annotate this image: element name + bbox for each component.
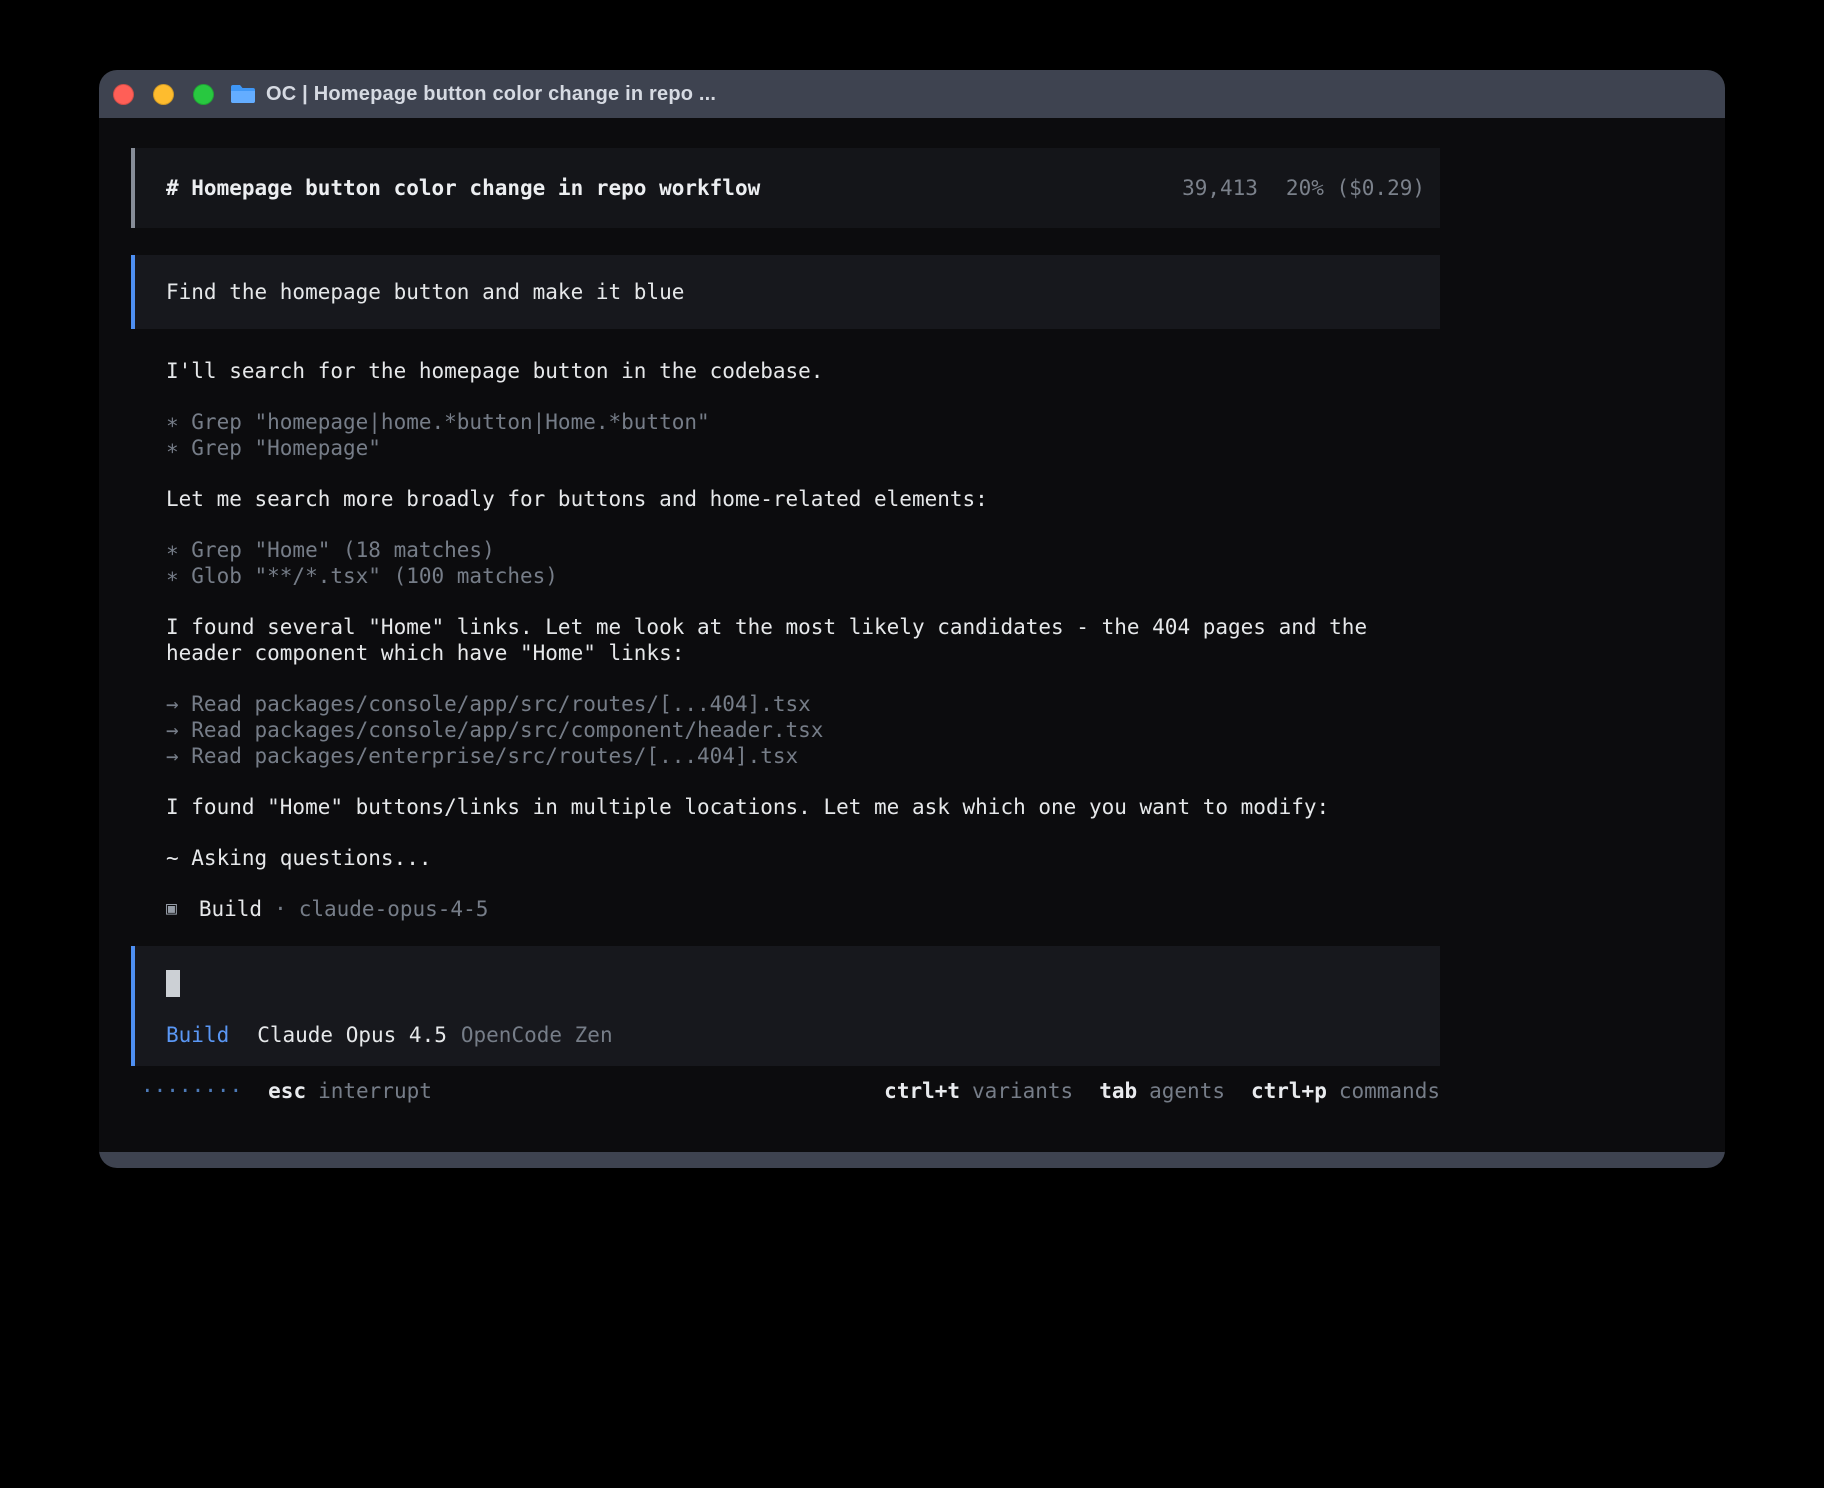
tool-call-grep: ∗ Grep "Home" (18 matches) — [166, 537, 1440, 563]
zoom-button[interactable] — [193, 84, 214, 105]
esc-key-hint[interactable]: esc — [268, 1078, 306, 1104]
folder-icon — [230, 84, 256, 104]
tool-call-read: → Read packages/console/app/src/componen… — [166, 717, 1440, 743]
hint-label: variants — [972, 1078, 1073, 1104]
terminal-content: # Homepage button color change in repo w… — [99, 118, 1725, 1152]
minimize-button[interactable] — [153, 84, 174, 105]
hint-label: agents — [1149, 1078, 1225, 1104]
titlebar[interactable]: OC | Homepage button color change in rep… — [99, 70, 1725, 118]
status-right: ctrl+t variants tab agents ctrl+p comman… — [884, 1078, 1440, 1104]
activity-status: ~ Asking questions... — [166, 845, 1440, 871]
hint-key: tab — [1099, 1078, 1137, 1104]
text-cursor — [166, 970, 180, 997]
hint-commands[interactable]: ctrl+p commands — [1251, 1078, 1440, 1104]
agent-separator: · — [274, 896, 287, 922]
interrupt-label: interrupt — [318, 1078, 432, 1104]
session-title: # Homepage button color change in repo w… — [166, 175, 760, 201]
spinner-dots: ········ — [141, 1078, 242, 1104]
agent-mode-label[interactable]: Build — [166, 1022, 229, 1048]
terminal-window: OC | Homepage button color change in rep… — [99, 70, 1725, 1168]
assistant-response: I'll search for the homepage button in t… — [131, 358, 1440, 922]
tool-call-glob: ∗ Glob "**/*.tsx" (100 matches) — [166, 563, 1440, 589]
session-stats: 39,413 20% ($0.29) — [1182, 175, 1425, 201]
agent-info: ▣ Build · claude-opus-4-5 — [166, 896, 1440, 922]
session-header: # Homepage button color change in repo w… — [131, 148, 1440, 228]
assistant-paragraph: I found several "Home" links. Let me loo… — [166, 614, 1440, 666]
assistant-paragraph: I found "Home" buttons/links in multiple… — [166, 794, 1440, 820]
hint-variants[interactable]: ctrl+t variants — [884, 1078, 1073, 1104]
hint-key: ctrl+t — [884, 1078, 960, 1104]
hint-key: ctrl+p — [1251, 1078, 1327, 1104]
tool-call-grep: ∗ Grep "Homepage" — [166, 435, 1440, 461]
user-message: Find the homepage button and make it blu… — [131, 255, 1440, 329]
close-button[interactable] — [113, 84, 134, 105]
user-message-text: Find the homepage button and make it blu… — [166, 279, 684, 305]
tool-call-read: → Read packages/enterprise/src/routes/[.… — [166, 743, 1440, 769]
tool-call-group: → Read packages/console/app/src/routes/[… — [166, 691, 1440, 769]
agent-name: Build — [199, 896, 262, 922]
tool-call-group: ∗ Grep "homepage|home.*button|Home.*butt… — [166, 409, 1440, 461]
provider-name: OpenCode Zen — [461, 1022, 613, 1048]
token-count: 39,413 — [1182, 175, 1258, 201]
model-name: Claude Opus 4.5 — [257, 1022, 447, 1048]
assistant-paragraph: I'll search for the homepage button in t… — [166, 358, 1440, 384]
assistant-paragraph: Let me search more broadly for buttons a… — [166, 486, 1440, 512]
traffic-lights — [113, 84, 214, 105]
status-left: ········ esc interrupt — [141, 1078, 432, 1104]
window-title: OC | Homepage button color change in rep… — [266, 83, 716, 106]
agent-model: claude-opus-4-5 — [299, 896, 489, 922]
hint-agents[interactable]: tab agents — [1099, 1078, 1225, 1104]
status-bar: ········ esc interrupt ctrl+t variants t… — [131, 1078, 1440, 1104]
tool-call-grep: ∗ Grep "homepage|home.*button|Home.*butt… — [166, 409, 1440, 435]
agent-badge-icon: ▣ — [166, 896, 177, 922]
context-cost: 20% ($0.29) — [1286, 175, 1425, 201]
tool-call-group: ∗ Grep "Home" (18 matches) ∗ Glob "**/*.… — [166, 537, 1440, 589]
input-meta: Build Claude Opus 4.5 OpenCode Zen — [166, 1022, 1410, 1048]
hint-label: commands — [1339, 1078, 1440, 1104]
prompt-input[interactable]: Build Claude Opus 4.5 OpenCode Zen — [131, 946, 1440, 1066]
tool-call-read: → Read packages/console/app/src/routes/[… — [166, 691, 1440, 717]
